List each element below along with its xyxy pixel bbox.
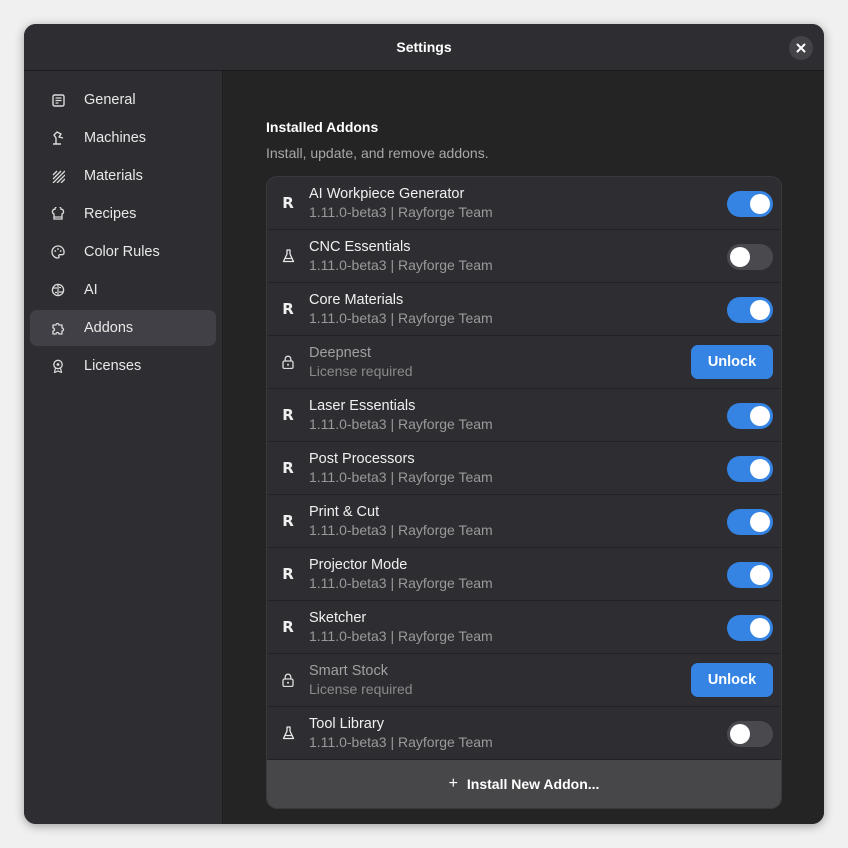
addon-name: Sketcher [309, 610, 367, 626]
addon-row-smart-stock: Smart Stock License required Unlock [267, 654, 781, 707]
addon-row-deepnest: Deepnest License required Unlock [267, 336, 781, 389]
ai-icon [51, 283, 65, 297]
sidebar: General Machines Materials Recipes Color… [24, 71, 223, 824]
addon-version: 1.11.0-beta3 | Rayforge Team [309, 257, 493, 273]
sidebar-item-label: Machines [84, 130, 147, 146]
sidebar-item-licenses[interactable]: Licenses [30, 348, 216, 384]
unlock-button[interactable]: Unlock [691, 663, 773, 697]
section-title: Installed Addons [266, 119, 379, 135]
r-logo-icon: R [282, 194, 294, 212]
addon-row-projector-mode: R Projector Mode 1.11.0-beta3 | Rayforge… [267, 548, 781, 601]
install-label: Install New Addon... [466, 776, 600, 792]
unlock-button[interactable]: Unlock [691, 345, 773, 379]
sidebar-item-ai[interactable]: AI [30, 272, 216, 308]
addon-name: Post Processors [309, 451, 415, 467]
addon-toggle[interactable] [727, 297, 773, 323]
puzzle-icon [51, 321, 65, 335]
addon-license-status: License required [309, 363, 413, 379]
addon-name: CNC Essentials [309, 239, 411, 255]
sidebar-item-color-rules[interactable]: Color Rules [30, 234, 216, 270]
addon-version: 1.11.0-beta3 | Rayforge Team [309, 734, 493, 750]
r-logo-icon: R [282, 300, 294, 318]
section-subtitle: Install, update, and remove addons. [266, 145, 489, 161]
r-logo-icon: R [282, 565, 294, 583]
addon-version: 1.11.0-beta3 | Rayforge Team [309, 575, 493, 591]
addon-name: Print & Cut [309, 504, 380, 520]
lock-icon [280, 353, 296, 371]
sidebar-item-general[interactable]: General [30, 82, 216, 118]
addon-name: Smart Stock [309, 663, 388, 679]
sidebar-item-label: AI [84, 282, 98, 298]
sidebar-item-label: Addons [84, 320, 134, 336]
palette-icon [51, 245, 65, 259]
install-new-addon-button[interactable]: + Install New Addon... [267, 760, 781, 808]
addon-toggle[interactable] [727, 191, 773, 217]
lock-icon [280, 671, 296, 689]
window-title: Settings [396, 39, 452, 55]
addon-row-sketcher: R Sketcher 1.11.0-beta3 | Rayforge Team [267, 601, 781, 654]
addon-name: Core Materials [309, 292, 404, 308]
title-bar: Settings [24, 24, 824, 71]
addon-toggle[interactable] [727, 615, 773, 641]
settings-window: Settings General Machines Materials Reci… [24, 24, 824, 824]
recipes-icon [51, 207, 65, 221]
addon-row-laser-essentials: R Laser Essentials 1.11.0-beta3 | Rayfor… [267, 389, 781, 442]
close-icon [796, 43, 806, 53]
sidebar-item-label: Color Rules [84, 244, 160, 260]
addon-toggle[interactable] [727, 244, 773, 270]
addon-toggle[interactable] [727, 403, 773, 429]
addon-row-post-processors: R Post Processors 1.11.0-beta3 | Rayforg… [267, 442, 781, 495]
addon-license-status: License required [309, 681, 413, 697]
close-button[interactable] [789, 36, 813, 60]
plus-icon: + [448, 775, 458, 792]
sidebar-item-label: General [84, 92, 136, 108]
machine-icon [51, 131, 65, 145]
addon-version: 1.11.0-beta3 | Rayforge Team [309, 522, 493, 538]
addon-toggle[interactable] [727, 721, 773, 747]
addon-name: Tool Library [309, 716, 384, 732]
addon-version: 1.11.0-beta3 | Rayforge Team [309, 469, 493, 485]
addon-row-print-and-cut: R Print & Cut 1.11.0-beta3 | Rayforge Te… [267, 495, 781, 548]
main-content: Installed Addons Install, update, and re… [224, 71, 824, 824]
addon-toggle[interactable] [727, 509, 773, 535]
addon-row-ai-workpiece-generator: R AI Workpiece Generator 1.11.0-beta3 | … [267, 177, 781, 230]
addon-name: AI Workpiece Generator [309, 186, 465, 202]
r-logo-icon: R [282, 406, 294, 424]
addon-version: 1.11.0-beta3 | Rayforge Team [309, 416, 493, 432]
addon-version: 1.11.0-beta3 | Rayforge Team [309, 310, 493, 326]
addon-name: Laser Essentials [309, 398, 416, 414]
license-icon [51, 359, 65, 373]
flask-icon [280, 724, 296, 742]
addon-list: R AI Workpiece Generator 1.11.0-beta3 | … [266, 176, 782, 809]
general-icon [51, 93, 65, 107]
materials-icon [51, 169, 65, 183]
sidebar-item-machines[interactable]: Machines [30, 120, 216, 156]
addon-version: 1.11.0-beta3 | Rayforge Team [309, 204, 493, 220]
sidebar-item-addons[interactable]: Addons [30, 310, 216, 346]
addon-toggle[interactable] [727, 456, 773, 482]
sidebar-item-label: Materials [84, 168, 143, 184]
addon-row-tool-library: Tool Library 1.11.0-beta3 | Rayforge Tea… [267, 707, 781, 760]
r-logo-icon: R [282, 512, 294, 530]
addon-toggle[interactable] [727, 562, 773, 588]
r-logo-icon: R [282, 618, 294, 636]
addon-row-cnc-essentials: CNC Essentials 1.11.0-beta3 | Rayforge T… [267, 230, 781, 283]
sidebar-item-materials[interactable]: Materials [30, 158, 216, 194]
sidebar-item-recipes[interactable]: Recipes [30, 196, 216, 232]
addon-row-core-materials: R Core Materials 1.11.0-beta3 | Rayforge… [267, 283, 781, 336]
flask-icon [280, 247, 296, 265]
addon-name: Projector Mode [309, 557, 408, 573]
sidebar-item-label: Licenses [84, 358, 142, 374]
r-logo-icon: R [282, 459, 294, 477]
sidebar-item-label: Recipes [84, 206, 137, 222]
addon-name: Deepnest [309, 345, 372, 361]
addon-version: 1.11.0-beta3 | Rayforge Team [309, 628, 493, 644]
